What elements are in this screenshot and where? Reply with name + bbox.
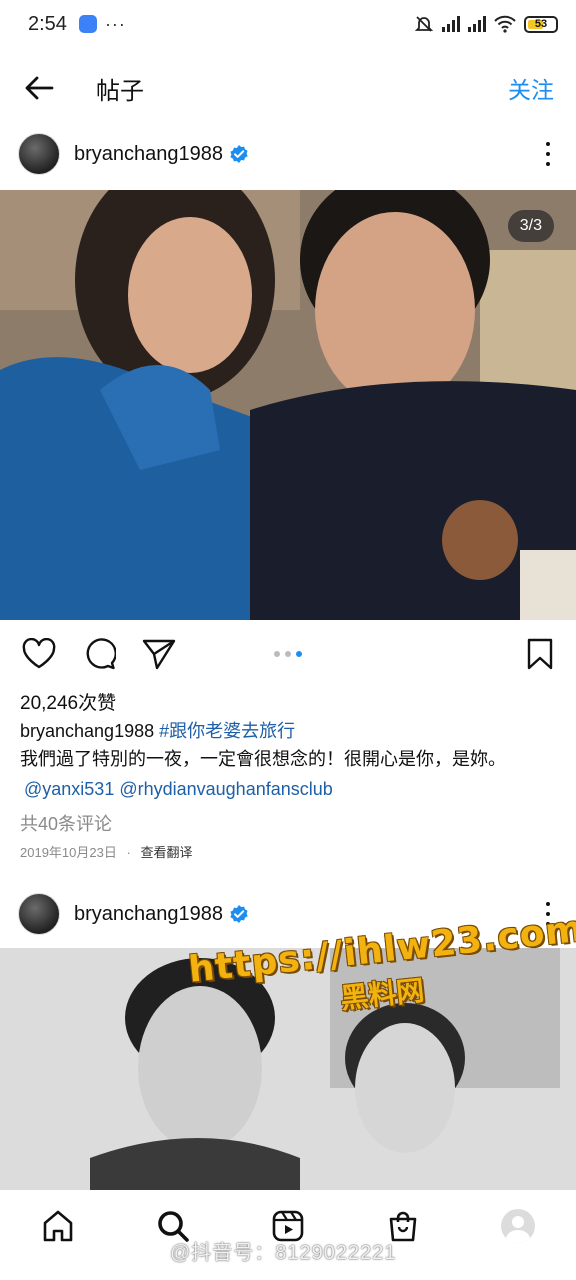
status-more: ··· bbox=[104, 13, 126, 34]
status-bar: 2:54 ··· 53 bbox=[0, 0, 576, 48]
heart-icon[interactable] bbox=[22, 638, 56, 670]
post-header: bryanchang1988 bbox=[0, 124, 576, 184]
wifi-icon bbox=[494, 15, 516, 33]
caption-header: bryanchang1988 #跟你老婆去旅行 bbox=[20, 718, 560, 744]
image-counter-badge: 3/3 bbox=[507, 210, 554, 242]
translate-link[interactable]: 查看翻译 bbox=[140, 845, 192, 860]
status-indicators: 53 bbox=[414, 14, 558, 34]
post-meta: 2019年10月23日 · 查看翻译 bbox=[20, 842, 192, 861]
post-actions bbox=[0, 634, 576, 674]
photo-content bbox=[0, 190, 576, 620]
mention-link[interactable]: @rhydianvaughanfansclub bbox=[119, 779, 332, 799]
verified-badge-icon bbox=[230, 905, 248, 923]
send-icon[interactable] bbox=[142, 638, 176, 670]
avatar[interactable] bbox=[18, 133, 60, 175]
caption-username[interactable]: bryanchang1988 bbox=[20, 721, 154, 741]
top-header: 帖子 关注 bbox=[0, 56, 576, 120]
caption-mentions: @yanxi531 @rhydianvaughanfansclub bbox=[24, 776, 564, 802]
battery-level: 53 bbox=[534, 18, 548, 30]
post-username[interactable]: bryanchang1988 bbox=[74, 143, 223, 166]
signal-2-icon bbox=[468, 16, 486, 32]
mention-link[interactable]: @yanxi531 bbox=[24, 779, 114, 799]
home-icon[interactable] bbox=[41, 1209, 75, 1243]
battery-icon: 53 bbox=[524, 15, 558, 33]
page-title: 帖子 bbox=[96, 77, 144, 105]
verified-badge-icon bbox=[230, 145, 248, 163]
post-date: 2019年10月23日 bbox=[20, 845, 117, 860]
status-time: 2:54 bbox=[28, 12, 67, 35]
view-comments-link[interactable]: 共40条评论 bbox=[20, 810, 112, 836]
bookmark-icon[interactable] bbox=[526, 638, 554, 670]
caption-text: 我們過了特別的一夜，一定會很想念的！很開心是你，是妳。 bbox=[20, 749, 506, 769]
caption-hashtag[interactable]: #跟你老婆去旅行 bbox=[159, 721, 295, 741]
app-notification-icon bbox=[78, 15, 97, 33]
more-vertical-icon[interactable] bbox=[538, 139, 558, 169]
post-username[interactable]: bryanchang1988 bbox=[74, 903, 223, 926]
post-photo[interactable]: 3/3 bbox=[0, 190, 576, 620]
carousel-dots bbox=[274, 651, 302, 657]
profile-avatar-icon[interactable] bbox=[501, 1209, 536, 1243]
meta-separator: · bbox=[126, 845, 131, 860]
follow-button[interactable]: 关注 bbox=[508, 71, 554, 105]
comment-bubble-icon[interactable] bbox=[82, 637, 116, 671]
mute-icon bbox=[414, 16, 434, 32]
arrow-left-icon[interactable] bbox=[22, 70, 58, 106]
platform-watermark: @抖音号：8129022221 bbox=[170, 1242, 397, 1264]
like-count[interactable]: 20,246次赞 bbox=[20, 688, 116, 715]
signal-icon bbox=[442, 16, 460, 32]
avatar[interactable] bbox=[18, 893, 60, 935]
